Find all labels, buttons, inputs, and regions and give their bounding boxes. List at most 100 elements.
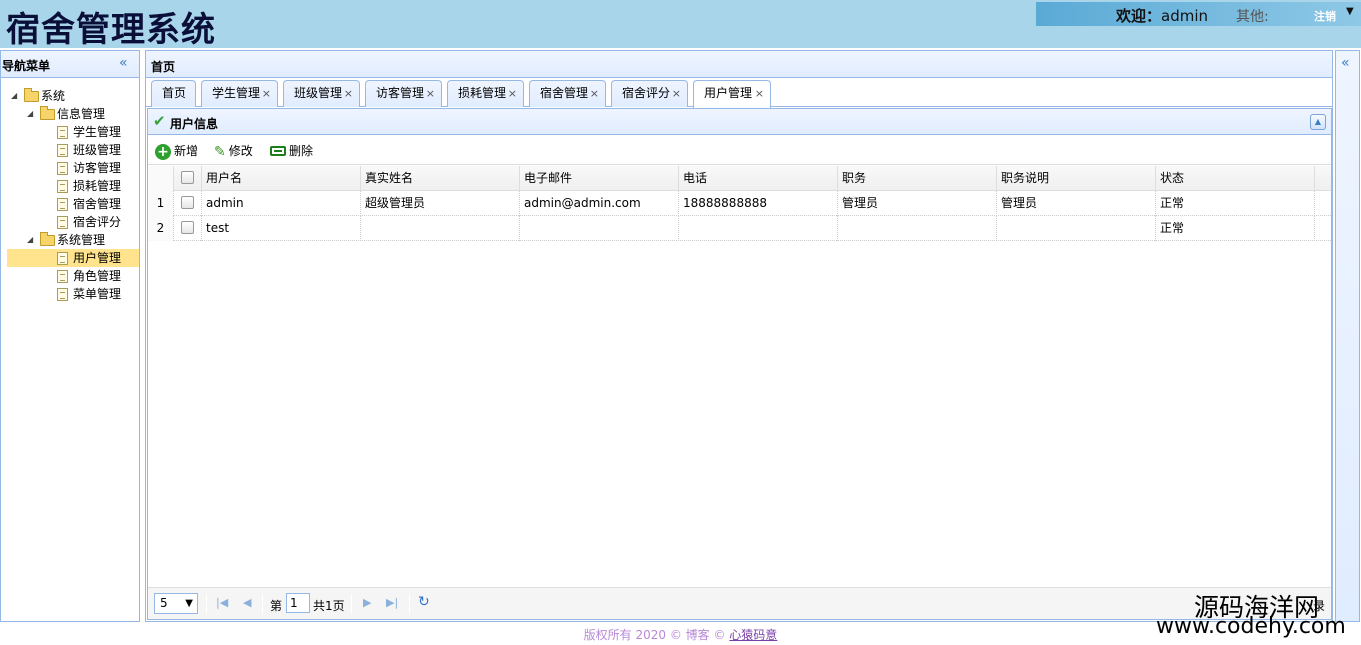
close-icon[interactable]: ×	[755, 81, 764, 106]
tab[interactable]: 班级管理 ×	[283, 80, 360, 107]
table-row[interactable]: 1 admin 超级管理员 admin@admin.com 18888888888 管理员…	[148, 191, 1331, 216]
pager-separator	[409, 594, 410, 614]
nav-item[interactable]: 宿舍评分	[1, 213, 139, 231]
close-icon[interactable]: ×	[344, 81, 353, 106]
footer-link[interactable]: 心猿码意	[729, 628, 777, 642]
nav-title: 导航菜单	[2, 59, 51, 73]
edit-button[interactable]: ✎ 修改	[214, 143, 253, 160]
pager-separator	[206, 594, 207, 614]
prev-page-icon[interactable]: ◀	[243, 596, 251, 609]
tab[interactable]: 首页	[151, 80, 196, 107]
page-size-select[interactable]: 5 ▼	[154, 593, 198, 614]
nav-item-label: 系统	[41, 89, 66, 103]
tab[interactable]: 宿舍评分 ×	[611, 80, 688, 107]
column-header[interactable]: 职务	[838, 166, 997, 191]
chevron-down-icon[interactable]: ▼	[1346, 6, 1354, 17]
column-header[interactable]: 状态	[1156, 166, 1315, 191]
file-icon	[57, 216, 68, 229]
refresh-icon[interactable]: ↻	[418, 594, 430, 610]
pencil-icon: ✎	[214, 143, 226, 160]
app-header: 宿舍管理系统 欢迎：admin 其他: 注销 ▼	[0, 0, 1361, 50]
row-checkbox[interactable]	[181, 196, 194, 209]
close-icon[interactable]: ×	[262, 81, 271, 106]
page-number-input[interactable]: 1	[286, 593, 310, 613]
column-header[interactable]: 电话	[679, 166, 838, 191]
nav-item-label: 系统管理	[57, 233, 106, 247]
table-cell: 正常	[1156, 216, 1315, 241]
close-icon[interactable]: ×	[590, 81, 599, 106]
row-number: 2	[148, 216, 174, 241]
check-icon: ✔	[153, 112, 166, 130]
nav-item-label: 角色管理	[73, 269, 122, 283]
expand-triangle-icon[interactable]: ◢	[27, 231, 33, 249]
tab[interactable]: 宿舍管理 ×	[529, 80, 606, 107]
nav-item[interactable]: 宿舍管理	[1, 195, 139, 213]
file-icon	[57, 288, 68, 301]
file-icon	[57, 126, 68, 139]
nav-item[interactable]: 损耗管理	[1, 177, 139, 195]
nav-item-label: 访客管理	[73, 161, 122, 175]
panel-collapse-icon[interactable]: ▲	[1310, 114, 1326, 130]
table-cell: test	[202, 216, 361, 241]
tab[interactable]: 学生管理 ×	[201, 80, 278, 107]
column-header[interactable]: 电子邮件	[520, 166, 679, 191]
last-page-icon[interactable]: ▶|	[386, 596, 398, 609]
table-cell	[838, 216, 997, 241]
checkbox-cell	[174, 216, 202, 241]
nav-item[interactable]: 角色管理	[1, 267, 139, 285]
expand-right-icon[interactable]: «	[1341, 55, 1350, 71]
current-username: admin	[1161, 7, 1209, 25]
delete-button[interactable]: 删除	[270, 143, 313, 159]
file-icon	[57, 180, 68, 193]
table-cell: 正常	[1156, 191, 1315, 216]
page-total: 共1页	[313, 599, 345, 613]
nav-panel: 导航菜单 « ◢ 系统 ◢ 信息管理学生管理 班级管理访客管理损耗管理 宿舍管理宿舍评分 ◢…	[0, 50, 140, 622]
collapse-left-icon[interactable]: «	[119, 55, 128, 71]
close-icon[interactable]: ×	[426, 81, 435, 106]
tab[interactable]: 损耗管理 ×	[447, 80, 524, 107]
table-row[interactable]: 2 test 正常	[148, 216, 1331, 241]
logout-button[interactable]: 注销	[1314, 8, 1336, 24]
table-header-row: 用户名 真实姓名 电子邮件 电话 职务 职务说明 状态	[148, 166, 1331, 191]
expand-triangle-icon[interactable]: ◢	[11, 87, 17, 105]
nav-item-label: 菜单管理	[73, 287, 122, 301]
add-button[interactable]: + 新增	[155, 143, 199, 160]
column-header[interactable]: 用户名	[202, 166, 361, 191]
welcome-text: 欢迎：admin	[1116, 5, 1208, 26]
close-icon[interactable]: ×	[508, 81, 517, 106]
user-info-panel: ✔ 用户信息 ▲ + 新增 ✎ 修改 删除 用户名 真实姓名 电子邮件 电话 职务 职务说明状…	[147, 108, 1332, 620]
add-label: 新增	[174, 144, 199, 158]
user-info-title: 用户信息	[170, 117, 219, 131]
others-label: 其他:	[1236, 9, 1269, 25]
row-number	[148, 166, 174, 191]
column-header[interactable]: 真实姓名	[361, 166, 520, 191]
nav-item-label: 信息管理	[57, 107, 106, 121]
close-icon[interactable]: ×	[672, 81, 681, 106]
select-all-checkbox[interactable]	[181, 171, 194, 184]
nav-item[interactable]: ◢ 信息管理	[1, 105, 139, 123]
page-size-value: 5	[160, 596, 168, 610]
nav-item[interactable]: 学生管理	[1, 123, 139, 141]
tab[interactable]: 访客管理 ×	[365, 80, 442, 107]
tab-label: 宿舍评分	[622, 86, 671, 100]
nav-item-label: 用户管理	[73, 251, 122, 265]
file-icon	[57, 162, 68, 175]
folder-icon	[24, 88, 39, 102]
expand-triangle-icon[interactable]: ◢	[27, 105, 33, 123]
tab-label: 学生管理	[212, 86, 261, 100]
row-checkbox[interactable]	[181, 221, 194, 234]
tab[interactable]: 用户管理 ×	[693, 80, 771, 108]
nav-item-label: 宿舍评分	[73, 215, 122, 229]
nav-item[interactable]: 菜单管理	[1, 285, 139, 303]
nav-item[interactable]: 用户管理	[7, 249, 139, 267]
column-header[interactable]: 职务说明	[997, 166, 1156, 191]
nav-item[interactable]: ◢ 系统管理	[1, 231, 139, 249]
nav-item[interactable]: ◢ 系统	[1, 87, 139, 105]
nav-item[interactable]: 访客管理	[1, 159, 139, 177]
center-panel: 首页 首页 学生管理 × 班级管理 × 访客管理 × 损耗管理 × 宿舍管理 × 宿舍评分 × 用户管理 ×…	[145, 50, 1333, 622]
nav-item[interactable]: 班级管理	[1, 141, 139, 159]
table-cell: 管理员	[838, 191, 997, 216]
first-page-icon[interactable]: |◀	[216, 596, 228, 609]
checkbox-cell	[174, 166, 202, 191]
next-page-icon[interactable]: ▶	[363, 596, 371, 609]
